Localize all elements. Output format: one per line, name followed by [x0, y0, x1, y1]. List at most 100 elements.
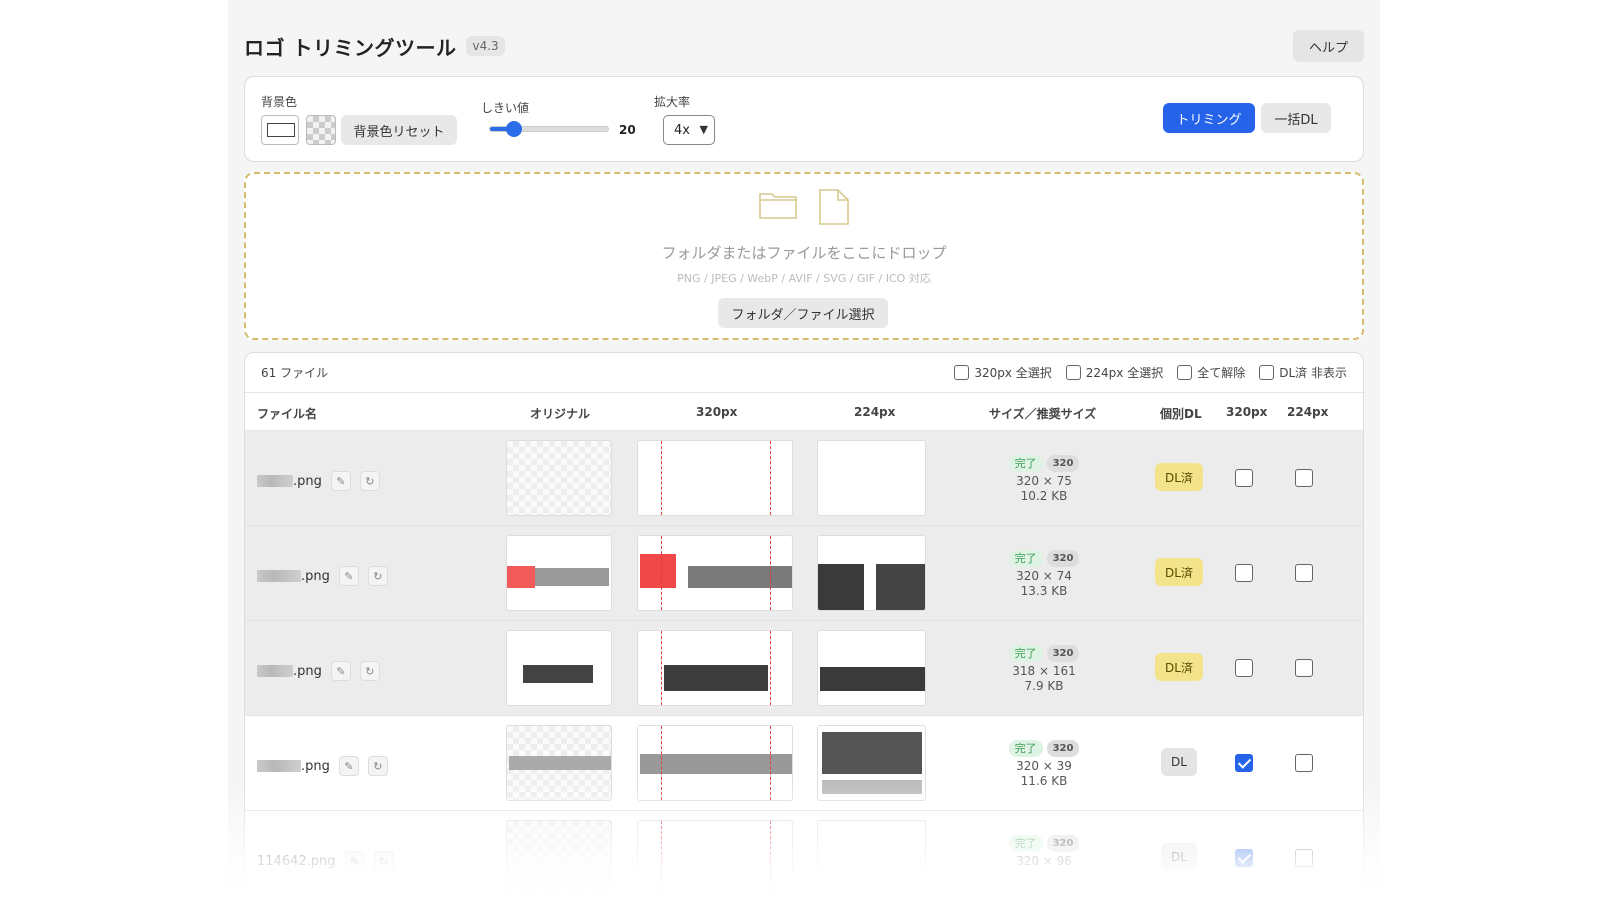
recommended-size-badge: 320 [1046, 455, 1080, 472]
size-info: 完了 320 318 × 161 7.9 KB [989, 645, 1099, 694]
col-size: サイズ／推奨サイズ [989, 407, 1097, 421]
table-row: .png ✎ ↻ 完了 320 320 × 74 13.3 KB DL済 [245, 526, 1363, 621]
col-individual-dl: 個別DL [1160, 407, 1202, 421]
file-name: .png ✎ ↻ [257, 756, 388, 776]
thumbnail-320 [637, 725, 793, 801]
bg-color-swatch-transparent[interactable] [306, 115, 336, 145]
reset-icon[interactable]: ↻ [373, 851, 394, 871]
select-224-checkbox[interactable] [1295, 469, 1313, 487]
file-name: .png ✎ ↻ [257, 471, 380, 491]
size-info: 完了 320 320 × 96 [989, 835, 1099, 869]
reset-icon[interactable]: ↻ [367, 566, 388, 586]
table-row: .png ✎ ↻ 完了 320 320 × 75 10.2 KB DL済 [245, 431, 1363, 526]
download-button[interactable]: DL済 [1155, 463, 1203, 491]
app-window: ロゴ トリミングツール v4.3 ヘルプ 背景色 背景色リセット しきい値 20… [228, 0, 1380, 900]
zoom-select-value: 4x [674, 122, 690, 138]
help-button[interactable]: ヘルプ [1292, 30, 1364, 62]
col-select-224: 224px [1287, 405, 1329, 419]
threshold-value: 20 [619, 123, 636, 137]
dimensions: 320 × 39 [1016, 759, 1072, 773]
header: ロゴ トリミングツール v4.3 ヘルプ [244, 28, 1364, 64]
recommended-size-badge: 320 [1046, 740, 1080, 757]
recommended-size-badge: 320 [1046, 550, 1080, 567]
page-title: ロゴ トリミングツール [244, 35, 457, 60]
zoom-label: 拡大率 [654, 95, 691, 109]
recommended-size-badge: 320 [1046, 645, 1080, 662]
reset-icon[interactable]: ↻ [359, 661, 380, 681]
select-224-checkbox[interactable] [1295, 849, 1313, 867]
thumbnail-224 [817, 535, 926, 611]
thumbnail-224 [817, 725, 926, 801]
select-224-checkbox[interactable] [1295, 659, 1313, 677]
original-thumbnail [506, 725, 612, 801]
select-files-button[interactable]: フォルダ／ファイル選択 [718, 298, 888, 328]
dropzone-icons [246, 188, 1362, 228]
threshold-label: しきい値 [481, 101, 530, 115]
download-all-button[interactable]: 一括DL [1261, 103, 1331, 133]
download-button[interactable]: DL済 [1155, 558, 1203, 586]
redacted-name [257, 475, 293, 487]
thumbnail-320 [637, 535, 793, 611]
select-320-checkbox[interactable] [1235, 659, 1253, 677]
zoom-select[interactable]: 4x ▼ [663, 115, 715, 145]
status-badge: 完了 [1008, 455, 1043, 472]
file-name: 114642.png ✎ ↻ [257, 851, 394, 871]
select-224-checkbox[interactable] [1295, 564, 1313, 582]
reset-icon[interactable]: ↻ [359, 471, 380, 491]
thumbnail-224 [817, 630, 926, 706]
original-thumbnail [506, 440, 612, 516]
dropzone-main-text: フォルダまたはファイルをここにドロップ [661, 244, 947, 262]
redacted-name [257, 760, 301, 772]
download-button[interactable]: DL [1161, 843, 1197, 871]
dimensions: 320 × 96 [1016, 854, 1072, 868]
select-320-checkbox[interactable] [1235, 754, 1253, 772]
hide-downloaded-checkbox[interactable]: DL済 非表示 [1259, 364, 1347, 381]
select-224-checkbox[interactable] [1295, 754, 1313, 772]
eyedropper-icon[interactable]: ✎ [344, 851, 365, 871]
bg-color-swatch-white[interactable] [261, 115, 299, 145]
thumbnail-224 [817, 820, 926, 896]
select-all-224-checkbox[interactable]: 224px 全選択 [1065, 364, 1163, 381]
eyedropper-icon[interactable]: ✎ [338, 566, 359, 586]
version-badge: v4.3 [466, 36, 505, 56]
table-row: 114642.png ✎ ↻ 完了 320 320 × 96 DL [245, 811, 1363, 900]
select-320-checkbox[interactable] [1235, 849, 1253, 867]
redacted-name [257, 665, 293, 677]
size-info: 完了 320 320 × 75 10.2 KB [989, 455, 1099, 504]
table-row: .png ✎ ↻ 完了 320 320 × 39 11.6 KB DL [245, 716, 1363, 811]
clear-all-checkbox[interactable]: 全て解除 [1177, 364, 1245, 381]
col-original: オリジナル [530, 407, 591, 421]
bg-reset-button[interactable]: 背景色リセット [341, 115, 457, 145]
threshold-slider[interactable] [489, 121, 609, 137]
recommended-size-badge: 320 [1046, 835, 1080, 852]
threshold-slider-handle[interactable] [505, 121, 522, 137]
download-button[interactable]: DL [1161, 748, 1197, 776]
file-size: 11.6 KB [1020, 774, 1068, 788]
col-filename: ファイル名 [257, 407, 318, 421]
file-count: 61 ファイル [261, 366, 329, 380]
bg-color-label: 背景色 [261, 95, 298, 109]
eyedropper-icon[interactable]: ✎ [338, 756, 359, 776]
dropzone-formats: PNG / JPEG / WebP / AVIF / SVG / GIF / I… [677, 272, 931, 285]
col-320: 320px [696, 405, 738, 419]
dimensions: 320 × 74 [1016, 569, 1072, 583]
thumbnail-320 [637, 820, 793, 896]
file-list: 61 ファイル 320px 全選択 224px 全選択 全て解除 DL済 非表示… [244, 352, 1364, 900]
eyedropper-icon[interactable]: ✎ [330, 471, 351, 491]
select-320-checkbox[interactable] [1235, 469, 1253, 487]
download-button[interactable]: DL済 [1155, 653, 1203, 681]
reset-icon[interactable]: ↻ [367, 756, 388, 776]
select-all-320-checkbox[interactable]: 320px 全選択 [954, 364, 1052, 381]
select-320-checkbox[interactable] [1235, 564, 1253, 582]
eyedropper-icon[interactable]: ✎ [330, 661, 351, 681]
file-size: 13.3 KB [1020, 584, 1068, 598]
trim-button[interactable]: トリミング [1163, 103, 1255, 133]
status-badge: 完了 [1008, 550, 1043, 567]
status-badge: 完了 [1008, 835, 1043, 852]
size-info: 完了 320 320 × 74 13.3 KB [989, 550, 1099, 599]
thumbnail-320 [637, 440, 793, 516]
original-thumbnail [506, 630, 612, 706]
file-size: 10.2 KB [1020, 489, 1068, 503]
redacted-name [257, 570, 301, 582]
dropzone[interactable]: フォルダまたはファイルをここにドロップ PNG / JPEG / WebP / … [244, 172, 1364, 340]
